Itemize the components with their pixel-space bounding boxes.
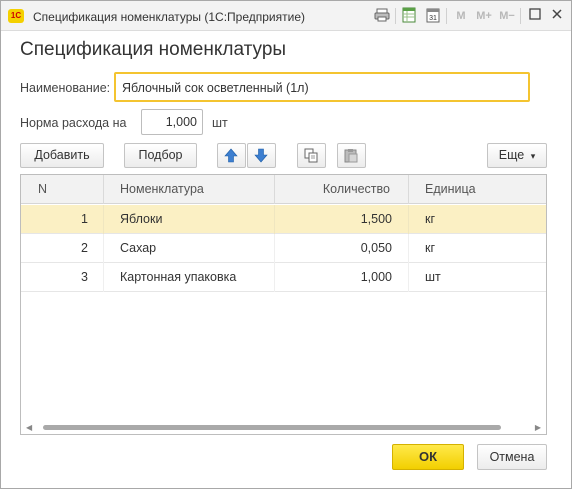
window-title: Спецификация номенклатуры (1С:Предприяти… (33, 10, 305, 24)
cell-item: Сахар (104, 234, 275, 263)
calendar-icon[interactable]: 31 (424, 7, 442, 25)
rate-input-value: 1,000 (165, 115, 197, 129)
app-logo-icon: 1С (8, 9, 24, 23)
form-title: Спецификация номенклатуры (20, 39, 287, 60)
arrow-up-icon (224, 148, 238, 163)
cell-item: Яблоки (104, 205, 275, 234)
copy-button[interactable] (297, 143, 326, 168)
more-button[interactable]: Еще ▾ (487, 143, 547, 168)
horizontal-scrollbar[interactable]: ◀ ▶ (21, 420, 546, 434)
cell-unit: кг (425, 241, 436, 255)
rate-input[interactable]: 1,000 (141, 109, 203, 135)
cell-n: 3 (21, 263, 104, 292)
table-row[interactable]: 2 Сахар 0,050 кг (21, 234, 546, 263)
scrollbar-thumb[interactable] (43, 425, 501, 430)
memory-plus-button[interactable]: M+ (473, 7, 495, 25)
svg-text:31: 31 (429, 15, 437, 22)
rate-label: Норма расхода на (20, 116, 127, 130)
cell-qty: 1,000 (275, 263, 409, 292)
maximize-icon[interactable] (526, 7, 544, 25)
name-label: Наименование: (20, 81, 111, 95)
move-down-button[interactable] (247, 143, 276, 168)
cell-qty: 0,050 (275, 234, 409, 263)
table-row[interactable]: 3 Картонная упаковка 1,000 шт (21, 263, 546, 292)
more-button-label: Еще (498, 148, 525, 162)
title-bar: 1С Спецификация номенклатуры (1С:Предпри… (1, 1, 571, 31)
spreadsheet-icon[interactable] (400, 7, 418, 25)
arrow-down-icon (254, 148, 268, 163)
dialog-window: 1С Спецификация номенклатуры (1С:Предпри… (0, 0, 572, 489)
add-button[interactable]: Добавить (20, 143, 104, 168)
specification-table[interactable]: N Номенклатура Количество Единица 1 Ябло… (20, 174, 547, 435)
close-icon[interactable] (548, 7, 566, 25)
cell-n: 2 (21, 234, 104, 263)
table-header: N Номенклатура Количество Единица (21, 175, 546, 204)
cell-unit: шт (425, 270, 441, 284)
rate-unit-label: шт (212, 116, 228, 130)
cell-item: Картонная упаковка (104, 263, 275, 292)
column-header-unit[interactable]: Единица (409, 175, 546, 204)
move-up-button[interactable] (217, 143, 246, 168)
memory-m-button[interactable]: M (452, 7, 470, 25)
memory-minus-button[interactable]: M− (497, 7, 517, 25)
print-icon[interactable] (373, 7, 391, 25)
name-input-value: Яблочный сок осветленный (1л) (122, 81, 309, 95)
column-header-item[interactable]: Номенклатура (104, 175, 275, 204)
copy-icon (304, 148, 318, 163)
table-row[interactable]: 1 Яблоки 1,500 кг (21, 205, 546, 234)
cell-qty: 1,500 (275, 205, 409, 234)
column-header-n[interactable]: N (21, 175, 104, 204)
cancel-button[interactable]: Отмена (477, 444, 547, 470)
toolbar-separator (395, 8, 396, 24)
cell-n: 1 (21, 205, 104, 234)
scroll-right-icon[interactable]: ▶ (535, 423, 541, 432)
column-header-qty[interactable]: Количество (275, 175, 409, 204)
toolbar-separator (520, 8, 521, 24)
toolbar-separator (446, 8, 447, 24)
ok-button[interactable]: ОК (392, 444, 464, 470)
chevron-down-icon: ▾ (530, 151, 536, 161)
scroll-left-icon[interactable]: ◀ (26, 423, 32, 432)
paste-icon (344, 149, 358, 163)
name-input[interactable]: Яблочный сок осветленный (1л) (114, 72, 530, 102)
paste-button[interactable] (337, 143, 366, 168)
cell-unit: кг (425, 212, 436, 226)
pick-button[interactable]: Подбор (124, 143, 197, 168)
